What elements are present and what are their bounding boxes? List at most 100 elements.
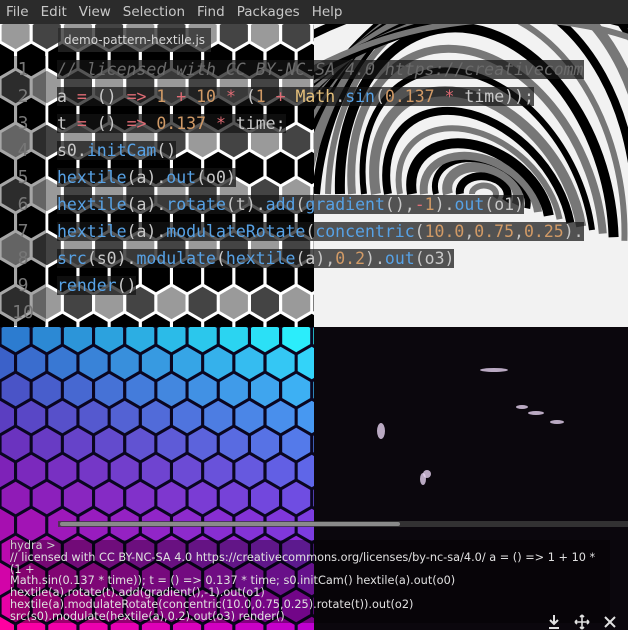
code-token: (o3) [414, 249, 455, 268]
code-token: + [275, 87, 296, 106]
menu-file[interactable]: File [0, 0, 35, 24]
code-token: ). [365, 249, 385, 268]
code-line[interactable]: 6 hextile(a).rotate(t).add(gradient(),-1)… [0, 191, 628, 218]
download-icon[interactable] [546, 614, 562, 630]
code-token: = [76, 87, 97, 106]
code-token: render [57, 276, 117, 295]
menu-edit[interactable]: Edit [35, 0, 73, 24]
code-token: a [57, 87, 77, 106]
code-token: gradient [305, 195, 385, 214]
code-token: hextile [57, 195, 127, 214]
code-token: time [464, 87, 505, 106]
code-text[interactable]: src(s0).modulate(hextile(a),0.2).out(o3) [57, 245, 455, 272]
menu-packages[interactable]: Packages [231, 0, 306, 24]
code-line[interactable]: 9 render() [0, 272, 628, 299]
code-token: ). [563, 222, 584, 241]
code-token: = [76, 114, 97, 133]
code-token: ). [434, 195, 455, 214]
scrollbar-thumb[interactable] [60, 522, 400, 526]
code-token: () [116, 276, 137, 295]
code-token: s0 [57, 141, 77, 160]
code-text[interactable]: t = () => 0.137 * time; [57, 110, 286, 137]
line-number: 6 [0, 191, 46, 218]
code-line[interactable]: 1 // licensed with CC BY-NC-SA 4.0 https:… [0, 56, 628, 83]
line-number: 5 [0, 164, 46, 191]
code-token: 0.25 [523, 222, 564, 241]
line-number: 2 [0, 83, 46, 110]
code-token: 1 [156, 87, 177, 106]
code-token: (o1) [484, 195, 525, 214]
horizontal-scrollbar[interactable] [58, 521, 628, 527]
menu-find[interactable]: Find [191, 0, 231, 24]
move-icon[interactable] [574, 614, 590, 630]
code-text[interactable]: hextile(a).rotate(t).add(gradient(),-1).… [57, 191, 525, 218]
code-line[interactable]: 4 s0.initCam() [0, 137, 628, 164]
code-token: * [225, 87, 246, 106]
code-token: modulate [136, 249, 216, 268]
code-token: (a). [126, 222, 167, 241]
menu-view[interactable]: View [73, 0, 117, 24]
close-icon[interactable] [602, 614, 618, 630]
code-text[interactable]: a = () => 1 + 10 * (1 + Math.sin(0.137 *… [57, 83, 534, 110]
code-token: Math [295, 87, 336, 106]
code-token: 0.137 [156, 114, 216, 133]
console-line: src(s0).modulate(hextile(a),0.2).out(o3)… [10, 610, 610, 623]
code-text[interactable]: // licensed with CC BY-NC-SA 4.0 https:/… [57, 56, 584, 83]
code-token: (t). [225, 195, 266, 214]
code-token: (a), [295, 249, 336, 268]
code-token: - [414, 195, 425, 214]
code-line[interactable]: 3t = () => 0.137 * time; [0, 110, 628, 137]
code-token: out [454, 195, 485, 214]
editor-tab[interactable]: demo-pattern-hextile.js [58, 28, 212, 52]
code-token: ( [414, 222, 425, 241]
line-number: 1 [0, 56, 46, 83]
menu-help[interactable]: Help [306, 0, 349, 24]
code-token: hextile [225, 249, 296, 268]
menu-bar: File Edit View Selection Find Packages H… [0, 0, 628, 24]
code-token: hextile [57, 168, 127, 187]
code-token: t [57, 114, 77, 133]
code-token: * [215, 114, 236, 133]
code-token: ( [245, 87, 256, 106]
code-line[interactable]: 2a = () => 1 + 10 * (1 + Math.sin(0.137 … [0, 83, 628, 110]
code-text[interactable]: hextile(a).out(o0) [57, 164, 236, 191]
console-line: // licensed with CC BY-NC-SA 4.0 https:/… [10, 551, 610, 576]
code-token: (s0). [86, 249, 137, 268]
code-token: modulateRotate [166, 222, 306, 241]
code-token: (a). [126, 195, 167, 214]
code-token: () [96, 114, 127, 133]
code-token: hextile [57, 222, 127, 241]
code-token: , [514, 222, 524, 241]
code-token: 1 [255, 87, 276, 106]
code-token: 0.137 [384, 87, 445, 106]
code-text[interactable]: s0.initCam() [57, 137, 177, 164]
code-text[interactable]: render() [57, 272, 137, 299]
code-line[interactable]: 8 src(s0).modulate(hextile(a),0.2).out(o3… [0, 245, 628, 272]
code-text[interactable]: hextile(a).modulateRotate(concentric(10.… [57, 218, 584, 245]
code-token: => [126, 114, 157, 133]
code-token: out [166, 168, 197, 187]
code-token: ( [305, 222, 316, 241]
line-number: 3 [0, 110, 46, 137]
code-token: sin [345, 87, 375, 106]
code-token: time; [235, 114, 286, 133]
code-token: // licensed with CC BY-NC-SA 4.0 https:/… [57, 60, 584, 79]
code-token: src [57, 249, 87, 268]
console-line: hextile(a).modulateRotate(concentric(10.… [10, 599, 610, 611]
code-line[interactable]: 10 [0, 299, 628, 326]
code-token: ( [375, 87, 385, 106]
code-token: initCam [86, 141, 157, 160]
code-token: => [126, 87, 157, 106]
code-line[interactable]: 5 hextile(a).out(o0) [0, 164, 628, 191]
code-token: (o0) [196, 168, 236, 187]
code-token: . [335, 87, 346, 106]
code-token: out [384, 249, 415, 268]
code-line[interactable]: 7 hextile(a).modulateRotate(concentric(10… [0, 218, 628, 245]
code-token: 1 [424, 195, 435, 214]
code-token: ( [215, 249, 226, 268]
code-token: (), [384, 195, 415, 214]
menu-selection[interactable]: Selection [117, 0, 191, 24]
line-number: 4 [0, 137, 46, 164]
code-token: (a). [126, 168, 167, 187]
code-token: * [444, 87, 465, 106]
